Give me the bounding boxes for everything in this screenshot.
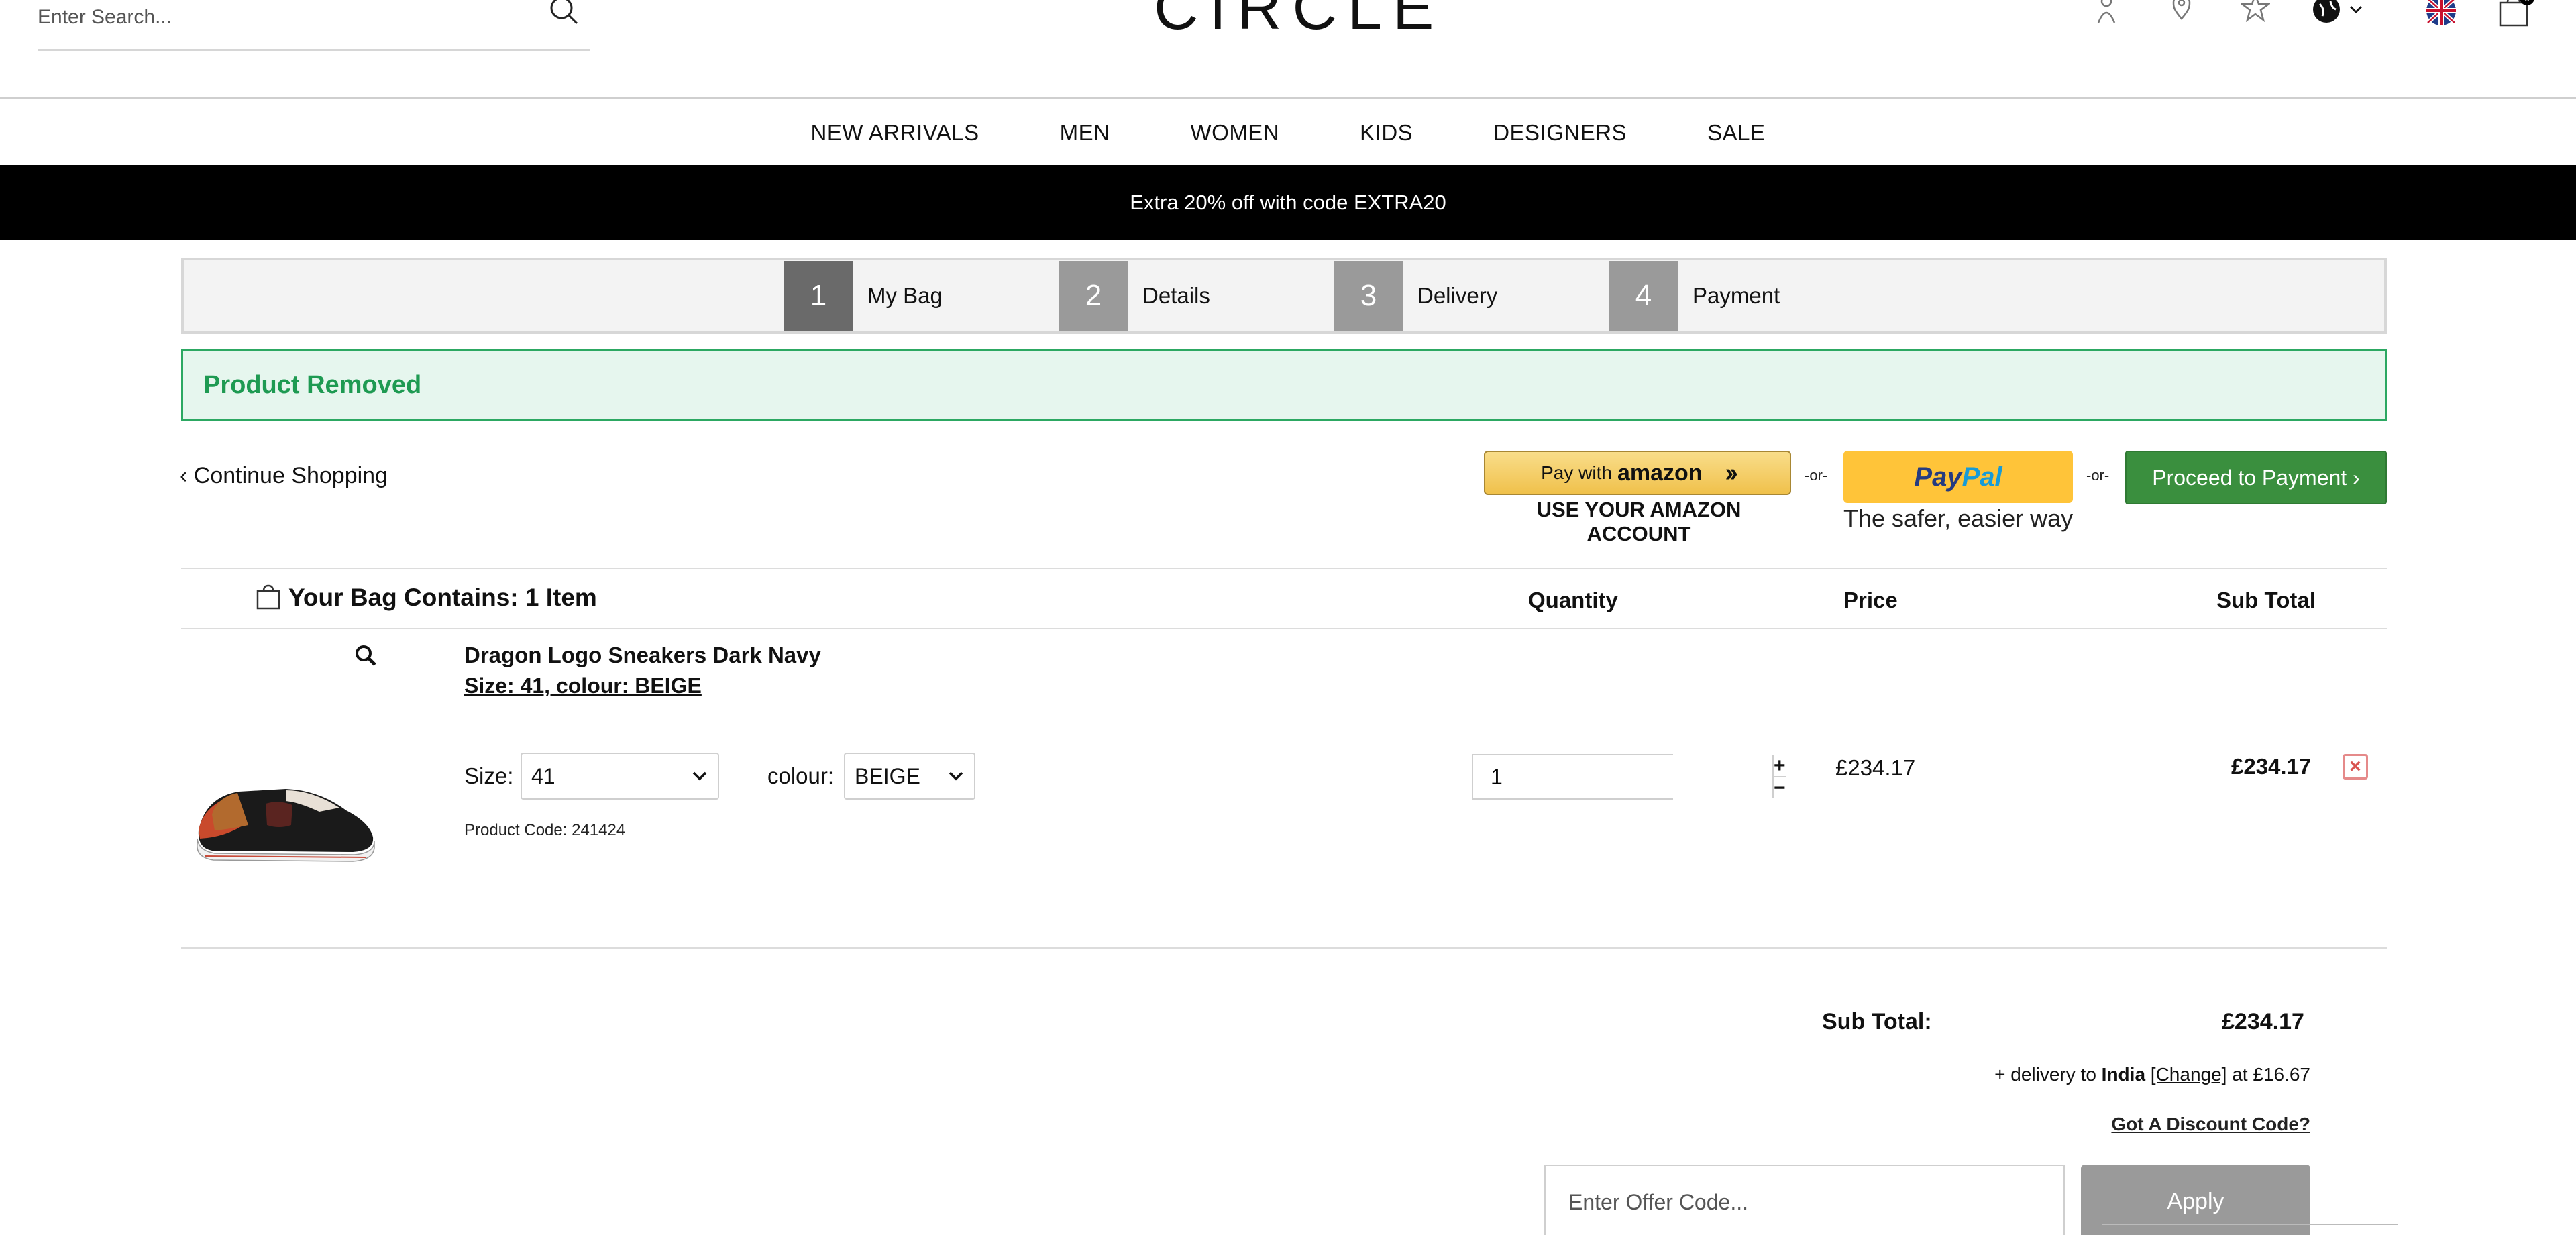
- size-label: Size:: [464, 763, 514, 788]
- quantity-buttons: + −: [1772, 755, 1786, 798]
- item-price: £234.17: [1835, 755, 1916, 780]
- price-column-header: Price: [1843, 588, 1898, 612]
- item-subtotal: £234.17: [2231, 754, 2312, 779]
- remove-item-close-icon[interactable]: ×: [2343, 754, 2368, 780]
- discount-code-link[interactable]: Got A Discount Code?: [2111, 1114, 2310, 1135]
- step-label: Payment: [1693, 283, 1780, 308]
- product-variant-link[interactable]: Size: 41, colour: BEIGE: [464, 674, 702, 698]
- amazon-pay-subtitle: USE YOUR AMAZON ACCOUNT: [1536, 498, 1741, 545]
- continue-shopping-link[interactable]: ‹ Continue Shopping: [180, 463, 388, 489]
- store-location-icon[interactable]: [2168, 0, 2195, 30]
- double-chevron-icon: ››: [1725, 458, 1738, 487]
- site-logo[interactable]: CIRCLE: [1154, 0, 1434, 47]
- quantity-decrease-button[interactable]: −: [1774, 777, 1786, 798]
- quantity-increase-button[interactable]: +: [1774, 755, 1786, 777]
- step-number: 2: [1059, 261, 1128, 331]
- step-label: Delivery: [1417, 283, 1498, 308]
- colour-label: colour:: [767, 763, 835, 788]
- nav-men[interactable]: MEN: [1060, 120, 1110, 146]
- step-my-bag: 1 My Bag: [784, 261, 1059, 331]
- step-label: Details: [1142, 283, 1210, 308]
- size-select[interactable]: 41: [521, 753, 719, 800]
- size-selected-value: 41: [531, 763, 555, 788]
- proceed-to-payment-button[interactable]: Proceed to Payment ›: [2125, 451, 2387, 504]
- colour-select[interactable]: BEIGE: [844, 753, 975, 800]
- step-payment: 4 Payment: [1609, 261, 1784, 331]
- account-icon[interactable]: [2093, 0, 2120, 30]
- delivery-prefix: + delivery to: [1994, 1064, 2096, 1085]
- globe-region-icon[interactable]: [2312, 0, 2365, 30]
- colour-selected-value: BEIGE: [855, 763, 920, 788]
- nav-new-arrivals[interactable]: NEW ARRIVALS: [811, 120, 979, 146]
- divider: [2102, 1224, 2398, 1225]
- search-icon[interactable]: [549, 0, 584, 35]
- amazon-pay-button[interactable]: Pay with amazon ››: [1484, 451, 1791, 495]
- bag-count-text: Your Bag Contains: 1 Item: [288, 584, 597, 611]
- subtotal-value: £234.17: [2222, 1009, 2304, 1034]
- nav-designers[interactable]: DESIGNERS: [1493, 120, 1627, 146]
- step-details: 2 Details: [1059, 261, 1334, 331]
- step-delivery: 3 Delivery: [1334, 261, 1609, 331]
- paypal-button[interactable]: Pay Pal: [1843, 451, 2073, 503]
- paypal-logo-pay: Pay: [1914, 462, 1962, 492]
- delivery-country: India: [2101, 1064, 2146, 1085]
- bag-title: Your Bag Contains: 1 Item: [255, 584, 597, 612]
- delivery-cost: at £16.67: [2232, 1064, 2310, 1085]
- step-label: My Bag: [867, 283, 943, 308]
- checkout-steps: 1 My Bag 2 Details 3 Delivery 4 Payment: [181, 258, 2387, 334]
- search-bar: [38, 0, 590, 51]
- subtotal-label: Sub Total:: [1822, 1009, 1932, 1034]
- product-removed-alert: Product Removed: [181, 349, 2387, 421]
- bag-table-header: Your Bag Contains: 1 Item Quantity Price…: [181, 568, 2387, 629]
- step-number: 4: [1609, 261, 1678, 331]
- bag-icon: [256, 584, 280, 610]
- step-number: 1: [784, 261, 853, 331]
- bag-item-row: Dragon Logo Sneakers Dark Navy Size: 41,…: [181, 629, 2387, 949]
- amazon-brand-text: amazon: [1617, 460, 1703, 486]
- nav-women[interactable]: WOMEN: [1191, 120, 1280, 146]
- change-delivery-link[interactable]: [Change]: [2151, 1064, 2227, 1085]
- delivery-info: + delivery to India [Change] at £16.67: [1994, 1064, 2310, 1085]
- shopping-bag-icon[interactable]: 0: [2498, 0, 2534, 30]
- site-header: CIRCLE 0: [0, 0, 2576, 99]
- amazon-pay-with-text: Pay with: [1541, 462, 1612, 483]
- quantity-input[interactable]: [1473, 755, 1772, 798]
- product-name[interactable]: Dragon Logo Sneakers Dark Navy: [464, 643, 821, 668]
- product-image-sneaker[interactable]: [185, 750, 380, 871]
- subtotal-column-header: Sub Total: [2216, 588, 2316, 612]
- quantity-column-header: Quantity: [1528, 588, 1618, 612]
- paypal-logo-pal: Pal: [1962, 462, 2002, 492]
- uk-flag-icon[interactable]: [2426, 0, 2457, 30]
- or-separator: -or-: [1805, 467, 1828, 484]
- quantity-stepper: + −: [1472, 754, 1786, 800]
- nav-sale[interactable]: SALE: [1707, 120, 1765, 146]
- offer-code-input[interactable]: [1544, 1165, 2065, 1235]
- promo-banner: Extra 20% off with code EXTRA20: [0, 165, 2576, 240]
- zoom-magnifier-icon[interactable]: [354, 644, 377, 670]
- paypal-tagline: The safer, easier way to pay: [1843, 504, 2076, 532]
- chevron-down-icon: [949, 771, 963, 781]
- search-input[interactable]: [38, 0, 534, 35]
- main-navigation: NEW ARRIVALS MEN WOMEN KIDS DESIGNERS SA…: [0, 101, 2576, 165]
- product-code: Product Code: 241424: [464, 821, 626, 839]
- chevron-down-icon: [692, 771, 707, 781]
- wishlist-star-icon[interactable]: [2239, 0, 2271, 30]
- nav-kids[interactable]: KIDS: [1360, 120, 1413, 146]
- step-number: 3: [1334, 261, 1403, 331]
- or-separator: -or-: [2086, 467, 2110, 484]
